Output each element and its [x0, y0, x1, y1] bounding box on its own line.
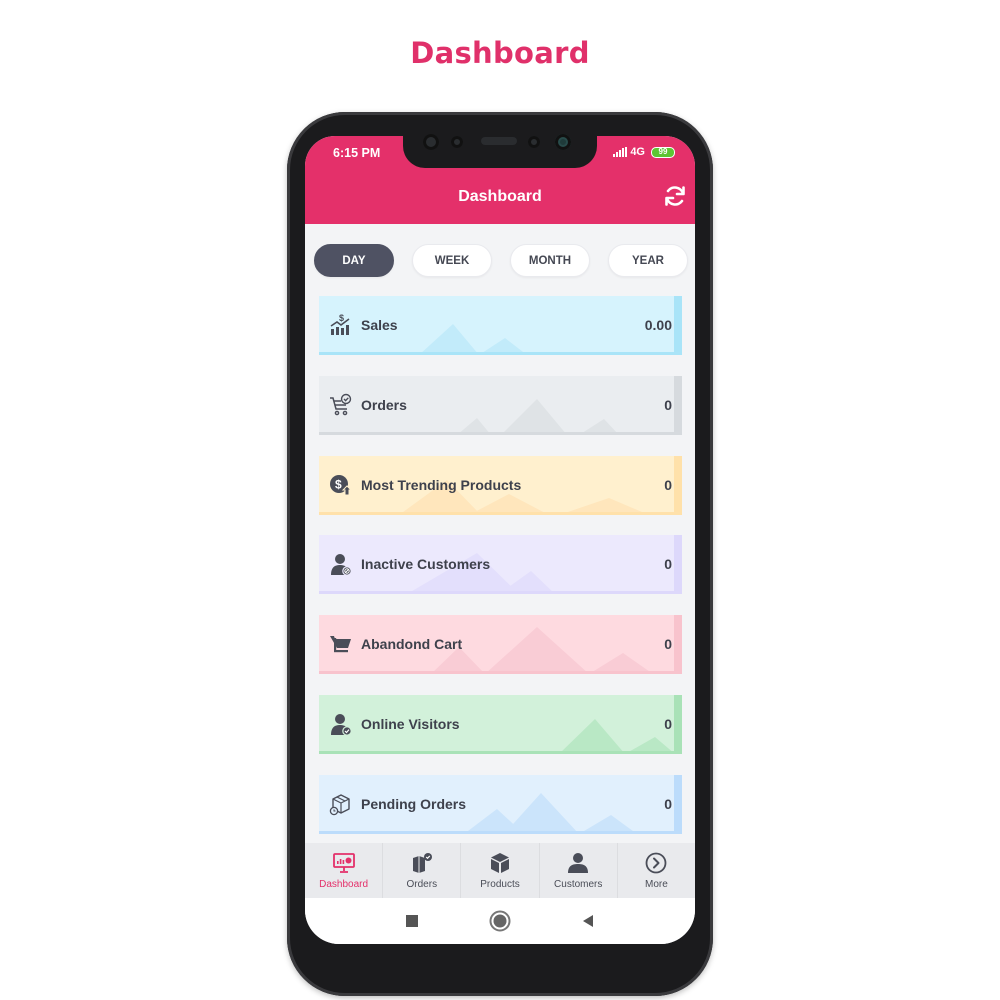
card-value: 0 [664, 396, 672, 413]
card-accent-bar [319, 511, 682, 515]
recent-apps-icon[interactable] [405, 914, 419, 928]
user-icon [568, 853, 589, 873]
card-accent-bar [319, 671, 682, 675]
battery-icon: 99 [651, 146, 675, 158]
dollar-up-icon: $ [330, 474, 353, 496]
refresh-icon[interactable] [663, 184, 687, 208]
camera-icon [423, 134, 439, 150]
tab-day[interactable]: DAY [314, 244, 394, 277]
card-inactive-customers[interactable]: Inactive Customers 0 [319, 535, 682, 595]
card-pending-orders[interactable]: Pending Orders 0 [319, 774, 682, 834]
cart-check-icon [330, 393, 352, 416]
card-orders[interactable]: Orders 0 [319, 375, 682, 435]
status-time: 6:15 PM [333, 146, 381, 160]
card-label: Sales [361, 317, 398, 333]
card-value: 0 [664, 636, 672, 653]
back-icon[interactable] [581, 914, 595, 928]
tab-month[interactable]: MONTH [510, 244, 590, 277]
bottom-navigation: Dashboard Orders Products Customers More [305, 843, 695, 898]
card-label: Most Trending Products [361, 476, 522, 493]
user-blocked-icon [331, 554, 352, 577]
cart-icon [330, 636, 351, 653]
card-abandond-cart[interactable]: Abandond Cart 0 [319, 615, 682, 675]
android-navigation-bar [305, 898, 695, 944]
sensor-icon [528, 136, 540, 148]
card-value: 0 [664, 476, 672, 493]
phone-notch [403, 124, 597, 168]
orders-box-icon [412, 853, 432, 873]
speaker-grille [481, 137, 517, 145]
card-accent-bar [674, 375, 682, 435]
card-label: Pending Orders [361, 795, 467, 812]
card-online-visitors[interactable]: Online Visitors 0 [319, 694, 682, 754]
nav-label: Customers [554, 879, 603, 890]
cube-icon [491, 853, 509, 873]
card-label: Inactive Customers [361, 556, 491, 573]
stat-cards: $ Sales 0.00 Orders 0 $ Most Trending Pr… [319, 296, 682, 855]
nav-label: Orders [406, 879, 438, 890]
status-indicators: 4G 99 [613, 146, 675, 158]
page-title: Dashboard [410, 36, 590, 70]
package-pending-icon [329, 794, 350, 816]
signal-icon [613, 147, 628, 157]
nav-dashboard[interactable]: Dashboard [305, 843, 384, 898]
phone-screen: 6:15 PM 4G 99 Dashboard DAY WEEK MONTH Y… [305, 136, 695, 944]
card-sales[interactable]: $ Sales 0.00 [319, 296, 682, 355]
svg-text:$: $ [339, 313, 344, 323]
card-value: 0 [664, 715, 672, 732]
card-value: 0.00 [644, 317, 672, 333]
nav-label: Dashboard [319, 879, 369, 890]
card-value: 0 [664, 556, 672, 573]
card-accent-bar [674, 694, 682, 754]
header-title: Dashboard [458, 188, 542, 205]
dashboard-monitor-icon [332, 853, 355, 873]
svg-text:$: $ [335, 477, 342, 491]
nav-customers[interactable]: Customers [540, 843, 618, 898]
nav-products[interactable]: Products [461, 843, 540, 898]
card-most-trending-products[interactable]: $ Most Trending Products 0 [319, 455, 682, 515]
period-tabs: DAY WEEK MONTH YEAR [314, 244, 688, 277]
tab-week[interactable]: WEEK [412, 244, 492, 277]
card-label: Abandond Cart [361, 636, 463, 653]
card-accent-bar [674, 296, 682, 355]
card-accent-bar [674, 455, 682, 515]
card-accent-bar [319, 830, 682, 834]
card-accent-bar [674, 535, 682, 595]
card-accent-bar [319, 591, 682, 595]
camera-icon [555, 134, 571, 150]
nav-label: Products [480, 879, 520, 890]
card-accent-bar [319, 431, 682, 435]
card-accent-bar [319, 352, 682, 355]
card-label: Online Visitors [361, 715, 460, 732]
sales-chart-icon: $ [330, 313, 350, 335]
chevron-right-circle-icon [646, 852, 667, 874]
card-value: 0 [664, 795, 672, 812]
card-accent-bar [319, 750, 682, 754]
card-accent-bar [674, 615, 682, 675]
tab-year[interactable]: YEAR [608, 244, 688, 277]
card-label: Orders [361, 396, 407, 413]
nav-orders[interactable]: Orders [383, 843, 462, 898]
user-online-icon [331, 713, 352, 736]
nav-more[interactable]: More [618, 843, 695, 898]
home-icon[interactable] [489, 910, 511, 932]
network-type: 4G [630, 146, 645, 158]
sensor-icon [451, 136, 463, 148]
card-accent-bar [674, 774, 682, 834]
nav-label: More [645, 879, 668, 890]
